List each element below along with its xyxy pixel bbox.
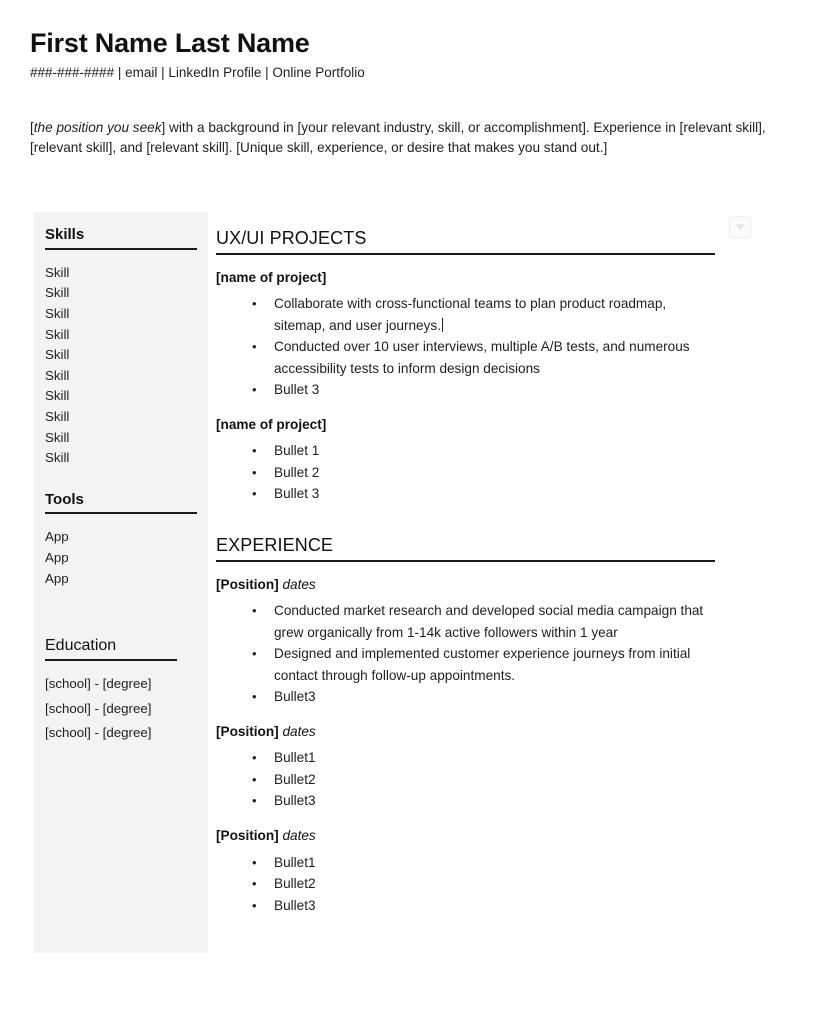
bullet-text: Collaborate with cross-functional teams … [274,296,667,333]
list-item[interactable]: Skill [45,448,197,469]
list-item[interactable]: Bullet1 [216,852,716,874]
summary-paragraph[interactable]: [the position you seek] with a backgroun… [30,118,808,159]
entry-position: [Position] [216,827,279,843]
list-item[interactable]: Skill [45,263,197,284]
entry-dates: dates [282,576,316,592]
sidebar-rule-skills [45,247,197,250]
text-cursor [442,317,443,332]
section-experience: EXPERIENCE [Position] dates Conducted ma… [216,535,716,916]
list-item[interactable]: Skill [45,366,197,387]
list-item[interactable]: Bullet 1 [216,440,716,462]
bullet-list: Bullet1 Bullet2 Bullet3 [216,852,716,917]
entry-title[interactable]: [Position] dates [216,723,716,741]
list-item[interactable]: Skill [45,407,197,428]
section-heading-projects: UX/UI PROJECTS [216,228,367,248]
section-projects: UX/UI PROJECTS [name of project] Collabo… [216,228,716,505]
entry-title[interactable]: [Position] dates [216,827,716,845]
page-title: First Name Last Name [30,28,310,58]
sidebar-heading-education: Education [45,637,117,655]
sidebar-heading-skills: Skills [45,226,85,243]
main-content: UX/UI PROJECTS [name of project] Collabo… [216,228,716,916]
list-item[interactable]: Collaborate with cross-functional teams … [216,293,716,336]
list-item[interactable]: [school] - [degree] [45,672,197,697]
list-item[interactable]: Bullet 3 [216,483,716,505]
bullet-list: Bullet1 Bullet2 Bullet3 [216,747,716,812]
bullet-list: Conducted market research and developed … [216,600,716,708]
sidebar-rule-education [45,659,177,662]
list-item[interactable]: Skill [45,386,197,407]
chevron-down-icon [735,224,745,230]
list-item[interactable]: Bullet3 [216,790,716,812]
sidebar-heading-tools: Tools [45,490,84,508]
list-item[interactable]: Bullet 2 [216,462,716,484]
bullet-list: Bullet 1 Bullet 2 Bullet 3 [216,440,716,505]
list-item[interactable]: Bullet2 [216,769,716,791]
entry-position: [Position] [216,723,279,739]
list-item[interactable]: Bullet3 [216,895,716,917]
list-item[interactable]: Skill [45,345,197,366]
sidebar: Skills Skill Skill Skill Skill Skill Ski… [34,212,208,953]
bullet-list: Collaborate with cross-functional teams … [216,293,716,401]
list-item[interactable]: Conducted market research and developed … [216,600,716,643]
summary-position-placeholder: the position you seek [33,120,162,135]
list-item[interactable]: Bullet3 [216,686,716,708]
entry-name: [name of project] [216,416,327,432]
entry-title[interactable]: [name of project] [216,416,716,434]
list-item[interactable]: Skill [45,304,197,325]
tools-list: App App App [45,527,197,589]
list-item[interactable]: [school] - [degree] [45,697,197,722]
list-item[interactable]: [school] - [degree] [45,721,197,746]
skills-list: Skill Skill Skill Skill Skill Skill Skil… [45,263,197,469]
list-item[interactable]: Skill [45,283,197,304]
contact-line[interactable]: ###-###-#### | email | LinkedIn Profile … [30,65,810,81]
list-item[interactable]: Conducted over 10 user interviews, multi… [216,336,716,379]
resume-header: First Name Last Name ###-###-#### | emai… [30,28,810,81]
entry-dates: dates [282,723,316,739]
resume-document: First Name Last Name ###-###-#### | emai… [0,0,840,1024]
list-item[interactable]: Designed and implemented customer experi… [216,643,716,686]
list-item[interactable]: Skill [45,428,197,449]
section-rule-experience [216,559,715,562]
list-item[interactable]: App [45,548,197,569]
list-item[interactable]: Bullet 3 [216,379,716,401]
list-item[interactable]: App [45,527,197,548]
list-item[interactable]: Bullet2 [216,873,716,895]
entry-name: [name of project] [216,269,327,285]
sidebar-section-tools: Tools App App App [34,491,208,590]
list-item[interactable]: App [45,569,197,590]
dropdown-toggle-button[interactable] [729,216,751,238]
entry-position: [Position] [216,576,279,592]
section-rule-projects [216,252,715,255]
list-item[interactable]: Skill [45,325,197,346]
entry-title[interactable]: [Position] dates [216,576,716,594]
entry-dates: dates [282,827,316,843]
section-heading-experience: EXPERIENCE [216,534,334,555]
education-list: [school] - [degree] [school] - [degree] … [45,672,197,746]
sidebar-section-skills: Skills Skill Skill Skill Skill Skill Ski… [34,226,208,469]
sidebar-section-education: Education [school] - [degree] [school] -… [34,636,208,746]
list-item[interactable]: Bullet1 [216,747,716,769]
entry-title[interactable]: [name of project] [216,269,716,287]
sidebar-rule-tools [45,512,197,515]
